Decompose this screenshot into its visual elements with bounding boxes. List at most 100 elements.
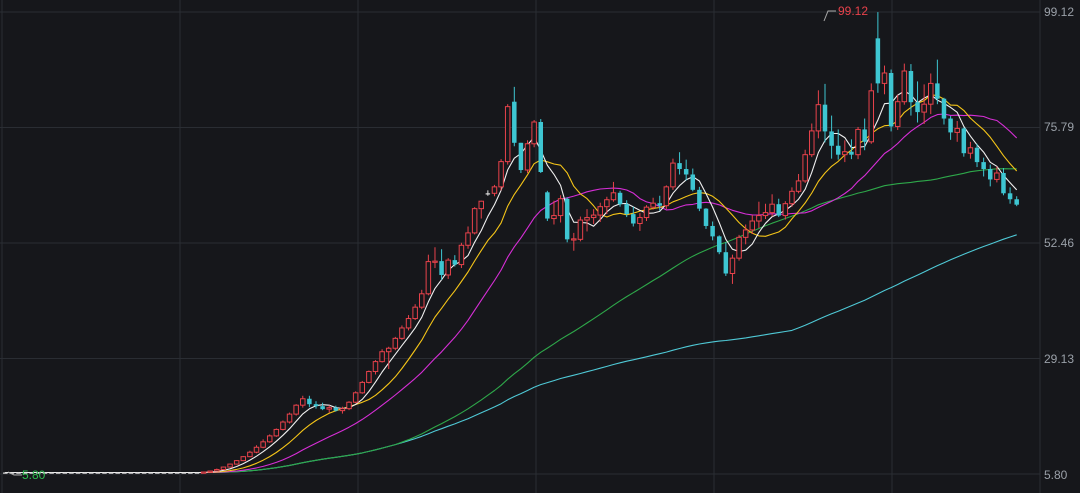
candle [703,208,709,229]
candle [802,149,808,183]
candle-body [921,103,927,113]
candle-body [82,472,87,474]
candle-body [3,472,8,474]
candle-body [102,472,107,474]
candle-body [372,361,379,373]
candle-body [908,71,914,103]
candle-body [194,472,200,474]
candle [545,190,550,222]
candle-body [333,407,339,411]
candle-body [564,198,570,240]
candle [716,235,722,255]
y-tick-label: 29.13 [1044,352,1074,366]
candle-body [168,472,173,474]
candle-body [366,371,372,383]
candle-body [227,463,233,468]
candle-body [385,347,392,353]
candle [366,370,372,384]
candle-body [729,257,736,274]
y-tick-label: 99.12 [1044,5,1074,19]
candle-body [307,398,312,405]
candle-body [829,131,834,146]
candle-body [809,130,815,156]
candle-body [855,128,861,156]
candle [399,325,405,340]
candle [538,119,543,173]
candle-body [135,472,140,474]
candle-body [894,101,901,127]
candle [531,120,537,148]
candle [273,428,280,437]
candle-body [928,82,934,105]
candle-body [458,244,465,266]
candle-body [822,104,828,132]
candle-body [432,260,438,263]
candle [207,470,213,473]
candle-body [518,142,524,171]
candle [498,159,504,191]
candle-body [115,472,120,474]
candle-body [266,435,273,443]
candle [577,216,584,242]
candle-body [690,174,696,190]
candle-body [439,261,444,275]
candle-body [868,90,875,143]
candle-body [181,472,187,474]
candle-body [604,199,610,208]
candle-body [624,204,629,215]
candle-body [491,186,498,194]
candle-body [504,106,511,163]
candle [359,380,366,394]
candle-body [425,261,432,295]
candle [227,463,233,468]
candle-body [762,212,769,217]
candle-body [75,472,81,474]
candle-body [967,147,974,154]
candle-body [69,472,74,474]
candle-body [286,413,293,423]
candle [379,349,385,363]
candle-body [643,206,650,219]
candle-body [637,217,643,224]
candle-body [95,472,101,474]
candle-body [55,472,61,474]
candle-body [200,471,207,474]
candle-body [485,193,491,195]
candle-body [835,145,841,155]
chart-background [0,0,1080,493]
candle-body [280,421,286,430]
candle-body [155,472,160,474]
candle-body [108,472,114,474]
candle-body [974,147,980,163]
candle-body [545,192,550,219]
candle-body [62,472,68,474]
candle-body [915,102,920,113]
candle-body [584,217,590,221]
candle [663,185,670,210]
candle-body [577,219,584,240]
candle-body [452,260,458,265]
candle-body [776,204,781,216]
candle-body [875,38,881,84]
candle-body [597,206,603,216]
candle-body [815,104,822,132]
y-tick-label: 5.80 [1044,468,1068,482]
candle-body [988,169,993,180]
candle [471,207,478,235]
candle [240,456,247,462]
candle-body [716,236,722,253]
candle [697,186,702,212]
candle [868,83,875,144]
candle-body [994,172,1000,180]
candle-body [842,151,848,156]
candle-body [703,208,709,226]
candle-body [802,154,808,182]
candle-body [677,163,682,170]
candle-body [419,293,425,308]
candle [266,434,273,443]
candlestick-chart: 99.12 75.79 52.46 29.13 5.80 99.12 5.80 [0,0,1080,493]
candle-body [445,259,451,276]
candle-body [148,472,153,474]
candle-body [697,189,702,209]
candle-body [571,238,577,241]
